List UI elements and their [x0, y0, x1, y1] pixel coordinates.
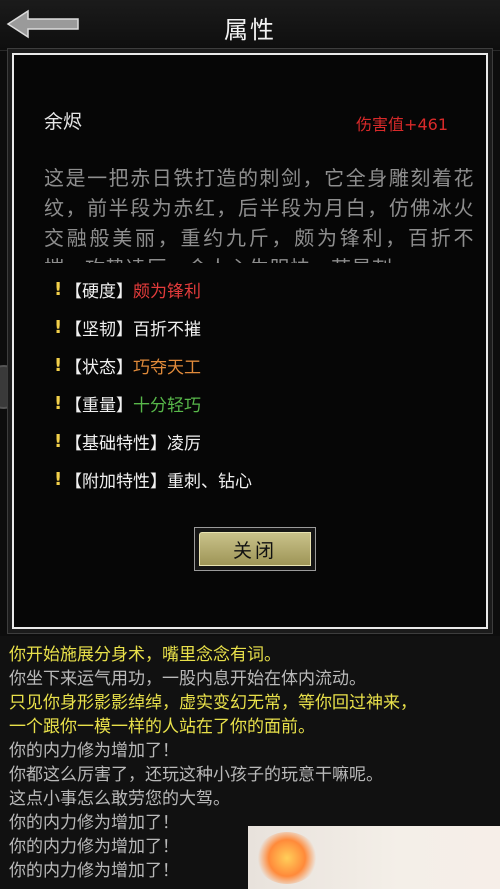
item-attributes-dialog: 余烬 伤害值+461 这是一把赤日铁打造的刺剑，它全身雕刻着花纹，前半段为赤红，…: [7, 48, 493, 634]
damage-label: 伤害值: [356, 115, 405, 134]
stat-label: 【坚韧】: [65, 319, 133, 340]
close-button-label: 关闭: [199, 532, 311, 566]
log-line: 这点小事怎么敢劳您的大驾。: [9, 789, 230, 809]
watermark-logo: [248, 826, 500, 889]
stat-list: ! 【硬度】 颇为锋利 ! 【坚韧】 百折不摧 ! 【状态】 巧夺天工 ! 【重…: [54, 270, 474, 498]
page-title: 属性: [224, 16, 276, 44]
stat-label: 【重量】: [65, 395, 133, 416]
log-line: 你都这么厉害了，还玩这种小孩子的玩意干嘛呢。: [9, 765, 383, 785]
stat-value: 巧夺天工: [133, 357, 201, 378]
stat-row: ! 【坚韧】 百折不摧: [54, 308, 474, 346]
log-line: 你的内力修为增加了！: [9, 837, 179, 857]
stat-label: 【状态】: [65, 357, 133, 378]
exclamation-icon: !: [54, 468, 63, 490]
close-button[interactable]: 关闭: [194, 527, 316, 571]
stat-row: ! 【附加特性】 重刺、钻心: [54, 460, 474, 498]
exclamation-icon: !: [54, 354, 63, 376]
exclamation-icon: !: [54, 430, 63, 452]
stat-row: ! 【基础特性】 凌厉: [54, 422, 474, 460]
stat-row: ! 【重量】 十分轻巧: [54, 384, 474, 422]
stat-label: 【硬度】: [65, 281, 133, 302]
stat-value: 重刺、钻心: [167, 471, 252, 492]
dialog-frame: 余烬 伤害值+461 这是一把赤日铁打造的刺剑，它全身雕刻着花纹，前半段为赤红，…: [12, 53, 488, 629]
exclamation-icon: !: [54, 392, 63, 414]
stat-row: ! 【硬度】 颇为锋利: [54, 270, 474, 308]
flame-logo-icon: [256, 832, 318, 884]
log-line: 你的内力修为增加了！: [9, 861, 179, 881]
exclamation-icon: !: [54, 278, 63, 300]
description-scroll[interactable]: 这是一把赤日铁打造的刺剑，它全身雕刻着花纹，前半段为赤红，后半段为月白，仿佛冰火…: [44, 163, 474, 263]
item-description: 这是一把赤日铁打造的刺剑，它全身雕刻着花纹，前半段为赤红，后半段为月白，仿佛冰火…: [44, 166, 474, 263]
stat-value: 百折不摧: [133, 319, 201, 340]
damage-value: +461: [404, 115, 448, 134]
stat-label: 【附加特性】: [65, 471, 167, 492]
exclamation-icon: !: [54, 316, 63, 338]
log-line: 你开始施展分身术，嘴里念念有词。: [9, 645, 281, 665]
stat-value: 凌厉: [167, 433, 201, 454]
stat-row: ! 【状态】 巧夺天工: [54, 346, 474, 384]
stat-label: 【基础特性】: [65, 433, 167, 454]
log-line: 你坐下来运气用功，一股内息开始在体内流动。: [9, 669, 366, 689]
stat-value: 颇为锋利: [133, 281, 201, 302]
log-line: 你的内力修为增加了！: [9, 741, 179, 761]
log-line: 只见你身形影影绰绰，虚实变幻无常，等你回过神来，: [9, 693, 417, 713]
log-line: 一个跟你一模一样的人站在了你的面前。: [9, 717, 315, 737]
item-name: 余烬: [44, 111, 83, 133]
damage-stat: 伤害值+461: [356, 111, 448, 135]
top-bar: 属性: [0, 0, 500, 51]
log-line: 你的内力修为增加了！: [9, 813, 179, 833]
stat-value: 十分轻巧: [133, 395, 201, 416]
